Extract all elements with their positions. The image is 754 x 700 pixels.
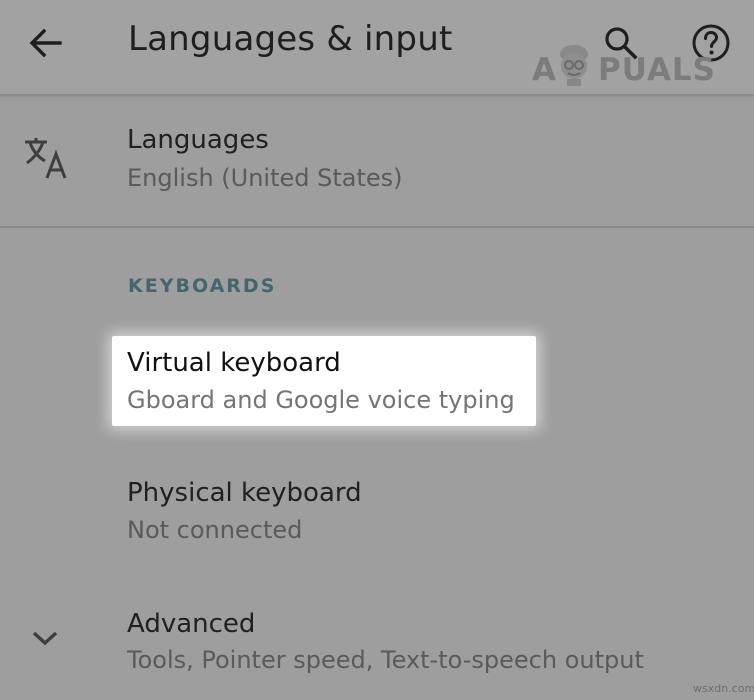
languages-subtitle: English (United States) — [127, 164, 403, 192]
chevron-down-icon — [32, 631, 58, 646]
section-header-keyboards: KEYBOARDS — [128, 275, 277, 297]
languages-title: Languages — [127, 125, 269, 155]
appuals-watermark-logo: A PUALS — [530, 45, 720, 88]
physical-keyboard-title: Physical keyboard — [127, 478, 362, 508]
arrow-back-icon — [29, 28, 62, 58]
divider — [0, 226, 754, 228]
advanced-item[interactable]: Advanced Tools, Pointer speed, Text-to-s… — [0, 600, 754, 700]
watermark-letters: PUALS — [598, 52, 717, 88]
site-watermark: wsxdn.com — [693, 682, 754, 695]
languages-item[interactable]: Languages English (United States) — [0, 94, 754, 225]
translate-icon — [25, 138, 67, 179]
page-title: Languages & input — [128, 19, 453, 59]
advanced-title: Advanced — [127, 609, 256, 639]
virtual-keyboard-item[interactable]: Virtual keyboard Gboard and Google voice… — [0, 336, 754, 428]
physical-keyboard-item[interactable]: Physical keyboard Not connected — [0, 470, 754, 560]
advanced-subtitle: Tools, Pointer speed, Text-to-speech out… — [127, 646, 644, 674]
virtual-keyboard-subtitle: Gboard and Google voice typing — [127, 386, 515, 414]
app-bar: Languages & input A PUALS — [0, 0, 754, 95]
mascot-icon — [560, 45, 588, 86]
virtual-keyboard-title: Virtual keyboard — [127, 348, 341, 378]
back-button[interactable] — [20, 20, 70, 66]
physical-keyboard-subtitle: Not connected — [127, 516, 303, 544]
